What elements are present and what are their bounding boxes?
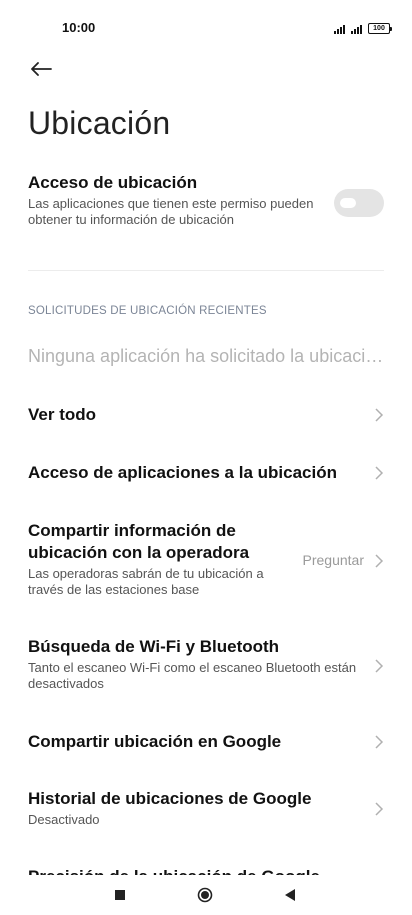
see-all-row[interactable]: Ver todo (28, 400, 384, 430)
circle-icon (197, 887, 213, 903)
triangle-left-icon (285, 889, 295, 901)
square-icon (115, 890, 125, 900)
carrier-location-sharing-row[interactable]: Compartir información de ubicación con l… (28, 520, 384, 602)
app-location-access-label: Acceso de aplicaciones a la ubicación (28, 463, 337, 482)
home-button[interactable] (197, 887, 213, 903)
arrow-left-icon (31, 62, 52, 76)
chevron-right-icon (375, 408, 384, 422)
location-access-toggle[interactable] (334, 189, 384, 217)
signal-icon (334, 24, 345, 34)
recents-button[interactable] (112, 887, 128, 903)
chevron-right-icon (375, 802, 384, 816)
see-all-label: Ver todo (28, 405, 97, 424)
location-access-row[interactable]: Acceso de ubicación Las aplicaciones que… (28, 172, 384, 234)
app-location-access-row[interactable]: Acceso de aplicaciones a la ubicación (28, 458, 384, 488)
page-title: Ubicación (28, 105, 171, 141)
wifi-bluetooth-scanning-subtitle: Tanto el escaneo Wi-Fi como el escaneo B… (28, 660, 357, 691)
status-bar: 10:00 100 (0, 0, 412, 56)
chevron-right-icon (375, 554, 384, 568)
navigation-bar (0, 875, 412, 915)
section-header-recent-requests: SOLICITUDES DE UBICACIÓN RECIENTES (28, 305, 267, 317)
google-location-history-subtitle: Desactivado (28, 812, 100, 827)
battery-icon: 100 (368, 23, 392, 34)
divider (28, 270, 384, 271)
google-location-history-title: Historial de ubicaciones de Google (28, 789, 312, 808)
location-access-subtitle: Las aplicaciones que tienen este permiso… (28, 196, 314, 227)
toggle-knob (340, 198, 356, 208)
carrier-location-sharing-subtitle: Las operadoras sabrán de tu ubicación a … (28, 566, 264, 597)
wifi-bluetooth-scanning-row[interactable]: Búsqueda de Wi-Fi y Bluetooth Tanto el e… (28, 636, 384, 696)
google-location-history-row[interactable]: Historial de ubicaciones de Google Desac… (28, 788, 384, 830)
chevron-right-icon (375, 735, 384, 749)
wifi-bluetooth-scanning-title: Búsqueda de Wi-Fi y Bluetooth (28, 637, 280, 656)
google-location-sharing-row[interactable]: Compartir ubicación en Google (28, 727, 384, 757)
status-icons: 100 (334, 20, 392, 34)
nav-back-button[interactable] (282, 887, 298, 903)
carrier-location-sharing-value: Preguntar (302, 552, 364, 568)
google-location-sharing-label: Compartir ubicación en Google (28, 732, 282, 751)
chevron-right-icon (375, 659, 384, 673)
back-button[interactable] (28, 56, 54, 82)
status-time: 10:00 (62, 20, 96, 35)
recent-requests-empty-text: Ninguna aplicación ha solicitado la ubic… (28, 346, 384, 366)
chevron-right-icon (375, 466, 384, 480)
carrier-location-sharing-title: Compartir información de ubicación con l… (28, 521, 250, 562)
location-access-title: Acceso de ubicación (28, 173, 198, 192)
battery-level: 100 (373, 25, 385, 32)
signal-icon (351, 24, 362, 34)
